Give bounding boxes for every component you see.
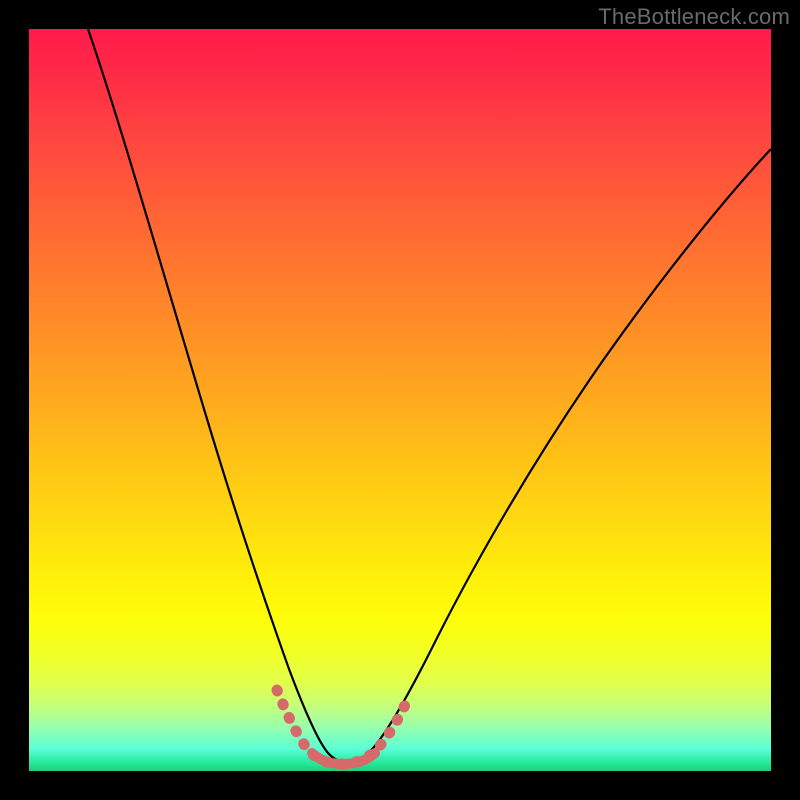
curve-layer: [29, 29, 771, 771]
valley-band-fill: [312, 753, 375, 764]
valley-band: [277, 690, 405, 764]
bottleneck-curve: [88, 29, 771, 762]
chart-frame: TheBottleneck.com: [0, 0, 800, 800]
plot-area: [29, 29, 771, 771]
watermark-text: TheBottleneck.com: [598, 4, 790, 30]
